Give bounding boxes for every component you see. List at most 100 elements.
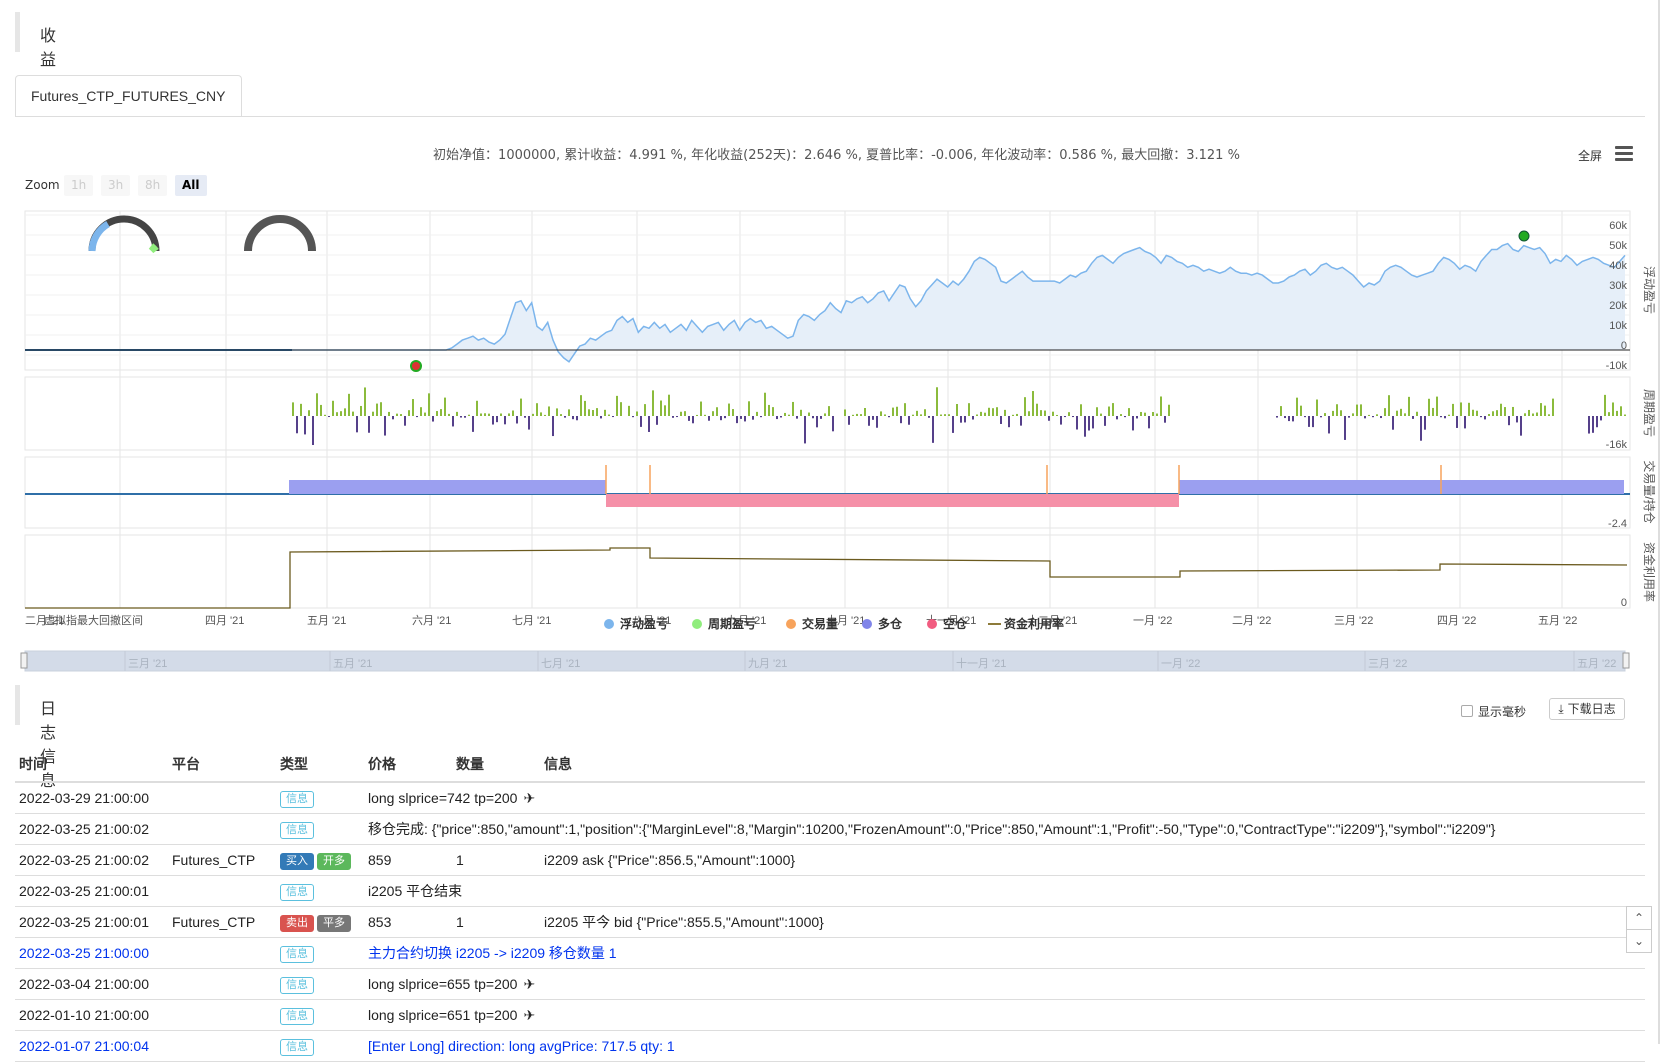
scroll-up-button[interactable]: ⌃ xyxy=(1626,906,1652,930)
period-pnl-bar xyxy=(1128,408,1130,416)
period-pnl-bar xyxy=(1456,416,1458,428)
period-pnl-bar xyxy=(596,408,598,416)
log-platform: Futures_CTP xyxy=(168,844,276,876)
y-tick-label: -2.4 xyxy=(1608,518,1627,530)
scroll-down-button[interactable]: ⌄ xyxy=(1626,929,1652,953)
log-platform xyxy=(168,782,276,814)
period-pnl-bar xyxy=(748,401,750,416)
log-row: 2022-03-25 21:00:01 信息 i2205 平仓结束 xyxy=(15,875,1645,907)
log-time: 2022-01-07 21:00:04 xyxy=(15,1030,168,1062)
period-pnl-bar xyxy=(1348,416,1350,418)
period-pnl-bar xyxy=(1136,416,1138,419)
log-platform xyxy=(168,968,276,1000)
period-pnl-bar xyxy=(776,416,778,420)
log-info-text: i2205 平仓结束 xyxy=(368,883,463,899)
period-pnl-bar xyxy=(1140,411,1142,416)
period-pnl-bar xyxy=(1168,404,1170,416)
page-scrollbar[interactable] xyxy=(1658,0,1660,1044)
period-pnl-bar xyxy=(796,416,798,419)
period-pnl-bar xyxy=(1488,414,1490,416)
period-pnl-bar xyxy=(404,416,406,426)
period-pnl-bar xyxy=(1524,413,1526,416)
period-pnl-bar xyxy=(1464,416,1466,429)
period-pnl-bar xyxy=(456,411,458,416)
period-pnl-bar xyxy=(1316,399,1318,416)
equity-chart[interactable]: 60k 50k 40k 30k 20k 10k 0 -10k 浮动盈亏 -16k 周期盈亏 -2.… xyxy=(0,0,1673,690)
period-pnl-bar xyxy=(420,407,422,416)
volume-position-pane: -2.4 交易量/持仓 xyxy=(25,460,1657,530)
period-pnl-bar xyxy=(876,416,878,428)
col-type: 类型 xyxy=(276,747,364,783)
period-pnl-bar xyxy=(1116,416,1118,420)
period-pnl-bar xyxy=(1444,416,1446,419)
download-log-button[interactable]: ⤓ 下载日志 xyxy=(1549,698,1625,720)
drawdown-range-label: 虚拟指最大回撤区间 xyxy=(44,613,143,627)
period-pnl-bar xyxy=(1508,416,1510,426)
period-pnl-bar xyxy=(1516,416,1518,423)
period-pnl-bar xyxy=(1384,408,1386,416)
period-pnl-bar xyxy=(932,416,934,443)
log-platform: Futures_CTP xyxy=(168,906,276,938)
log-info: i2205 平今 bid {"Price":855.5,"Amount":100… xyxy=(540,906,1645,938)
y-tick-label: 30k xyxy=(1609,280,1627,292)
period-pnl-bar xyxy=(760,416,762,418)
period-pnl-bar xyxy=(944,414,946,416)
period-pnl-bar xyxy=(620,402,622,416)
x-tick-label: 一月 '22 xyxy=(1133,615,1172,627)
period-pnl-bar xyxy=(672,416,674,418)
period-pnl-bar xyxy=(888,416,890,418)
period-pnl-bar xyxy=(1420,416,1422,441)
period-pnl-bar xyxy=(896,406,898,416)
period-pnl-bar xyxy=(604,409,606,416)
period-pnl-bar xyxy=(1600,416,1602,421)
period-pnl-bar xyxy=(972,416,974,420)
period-pnl-bar xyxy=(1296,397,1298,416)
period-pnl-bar xyxy=(744,416,746,422)
period-pnl-bar xyxy=(544,414,546,416)
log-info-text: long slprice=742 tp=200 xyxy=(368,789,518,806)
legend-dot xyxy=(927,619,937,629)
period-pnl-bar xyxy=(520,398,522,416)
log-time: 2022-03-25 21:00:01 xyxy=(15,906,168,938)
log-type-badge: 信息 xyxy=(280,945,314,963)
legend-dot xyxy=(786,619,796,629)
period-pnl-bar xyxy=(308,410,310,416)
show-ms-checkbox[interactable] xyxy=(1461,705,1473,717)
period-pnl-bar xyxy=(1084,416,1086,437)
log-row: 2022-01-10 21:00:00 信息 long slprice=651 tp… xyxy=(15,999,1645,1031)
period-pnl-bar xyxy=(336,412,338,416)
period-pnl-bar xyxy=(872,416,874,420)
period-pnl-bar xyxy=(528,416,530,430)
period-pnl-bar xyxy=(540,412,542,416)
period-pnl-bar xyxy=(568,409,570,416)
log-info-text: 移仓完成: {"price":850,"amount":1,"position"… xyxy=(368,821,1496,837)
period-pnl-bar xyxy=(1080,404,1082,416)
legend-label: 周期盈亏 xyxy=(708,616,756,631)
period-pnl-bar xyxy=(1312,416,1314,428)
period-pnl-bar xyxy=(1068,412,1070,416)
navigator-tick-label: 五月 '22 xyxy=(1577,658,1616,670)
period-pnl-bar xyxy=(320,404,322,416)
period-pnl-bar xyxy=(476,400,478,416)
period-pnl-bar xyxy=(460,416,462,418)
period-pnl-bar xyxy=(988,407,990,416)
period-pnl-bar xyxy=(1320,416,1322,418)
period-pnl-bar xyxy=(696,414,698,416)
period-pnl-bar xyxy=(1032,391,1034,416)
period-pnl-bar xyxy=(516,416,518,424)
period-pnl-bar xyxy=(588,409,590,416)
period-pnl-bar xyxy=(548,406,550,416)
period-pnl-bar xyxy=(1408,396,1410,416)
period-pnl-bar xyxy=(784,412,786,416)
period-pnl-bar xyxy=(1616,410,1618,416)
period-pnl-bar xyxy=(800,409,802,416)
period-pnl-bar xyxy=(1052,411,1054,416)
period-pnl-bar xyxy=(560,414,562,416)
log-type-badge: 买入 xyxy=(280,852,314,870)
period-pnl-bar xyxy=(1292,416,1294,422)
log-info: 移仓完成: {"price":850,"amount":1,"position"… xyxy=(364,813,1645,845)
log-row: 2022-03-29 21:00:00 信息 long slprice=742 tp… xyxy=(15,782,1645,814)
period-pnl-bar xyxy=(1060,416,1062,425)
period-pnl-bar xyxy=(424,412,426,416)
period-pnl-bar xyxy=(480,413,482,416)
